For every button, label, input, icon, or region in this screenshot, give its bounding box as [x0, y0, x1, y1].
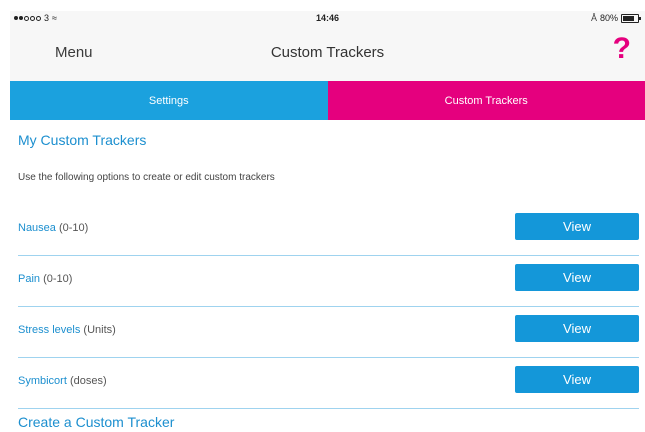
navigation-bar: Menu Custom Trackers ?	[10, 26, 645, 82]
tracker-label: Stress levels (Units)	[18, 324, 116, 336]
section-description: Use the following options to create or e…	[18, 172, 275, 183]
tracker-row-nausea: Nausea (0-10) View	[18, 205, 639, 256]
status-time: 14:46	[315, 13, 340, 23]
view-button[interactable]: View	[515, 264, 639, 291]
app-screen: 3 ≈ 14:46 Å 80% Menu Custom Trackers ? S…	[10, 11, 645, 432]
battery-percentage: 80%	[599, 13, 618, 23]
view-button[interactable]: View	[515, 315, 639, 342]
section-heading: My Custom Trackers	[18, 132, 147, 148]
tracker-unit: (doses)	[69, 375, 107, 387]
tracker-unit: (Units)	[83, 324, 116, 336]
tracker-row-pain: Pain (0-10) View	[18, 256, 639, 307]
tab-bar: Settings Custom Trackers	[10, 81, 645, 120]
tracker-name[interactable]: Pain	[18, 273, 40, 285]
status-right: Å 80%	[590, 13, 641, 23]
main-content: My Custom Trackers Use the following opt…	[10, 120, 645, 432]
view-button[interactable]: View	[515, 366, 639, 393]
tracker-row-symbicort: Symbicort (doses) View	[18, 358, 639, 409]
create-tracker-heading: Create a Custom Tracker	[18, 414, 175, 430]
status-bar: 3 ≈ 14:46 Å 80%	[10, 11, 645, 26]
view-button[interactable]: View	[515, 213, 639, 240]
tracker-name[interactable]: Symbicort	[18, 375, 67, 387]
tracker-row-stress-levels: Stress levels (Units) View	[18, 307, 639, 358]
tracker-unit: (0-10)	[43, 273, 73, 285]
tracker-label: Nausea (0-10)	[18, 222, 88, 234]
tab-settings[interactable]: Settings	[10, 81, 328, 120]
tracker-label: Symbicort (doses)	[18, 375, 107, 387]
tab-custom-trackers[interactable]: Custom Trackers	[327, 81, 645, 120]
help-icon[interactable]: ?	[613, 34, 631, 64]
tracker-label: Pain (0-10)	[18, 273, 72, 285]
tracker-unit: (0-10)	[58, 222, 89, 234]
tracker-name[interactable]: Stress levels	[18, 324, 80, 336]
tracker-name[interactable]: Nausea	[18, 222, 56, 234]
page-title: Custom Trackers	[270, 44, 385, 61]
bluetooth-icon: Å	[590, 13, 597, 23]
battery-icon	[621, 13, 641, 23]
